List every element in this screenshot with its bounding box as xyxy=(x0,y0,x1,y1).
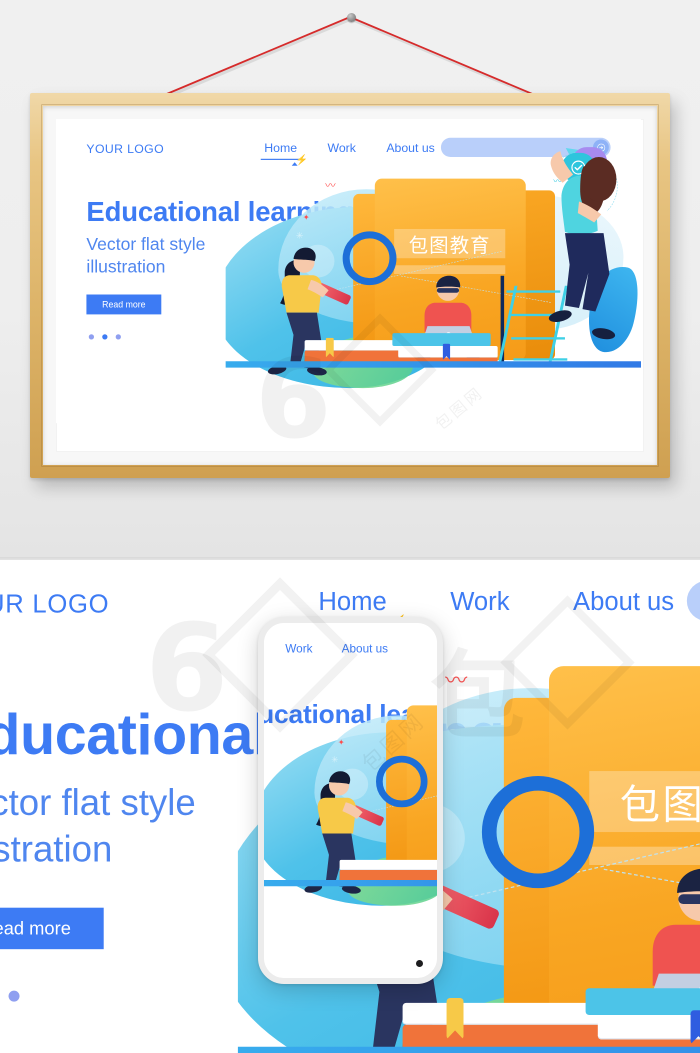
frame-mat: YOUR LOGO Home Work About us Educational… xyxy=(43,106,657,465)
read-more-button[interactable]: Read more xyxy=(86,294,162,315)
site-logo-large: YOUR LOGO xyxy=(0,590,110,619)
framed-artboard: YOUR LOGO Home Work About us Educational… xyxy=(56,119,644,452)
page-subheadline: Vector flat style illustration xyxy=(86,234,206,277)
wall-background: YOUR LOGO Home Work About us Educational… xyxy=(0,0,700,560)
carousel-dots-large[interactable] xyxy=(0,990,20,1002)
zigzag-icon: 〰 xyxy=(445,668,468,693)
wall-nail xyxy=(347,13,356,22)
star-icon: ✦ xyxy=(337,737,345,747)
board-title-text: 包图教育 xyxy=(408,233,491,257)
magnifier-icon xyxy=(481,775,595,889)
hero-illustration: 包图教育 〰 ✦ ⚡ ✦ ✳ xyxy=(225,119,641,423)
landing-page-phone-inner: Home Work About us Educational learning xyxy=(264,623,437,906)
site-logo: YOUR LOGO xyxy=(86,142,164,156)
poster-page: YOUR LOGO Home Work About us Educational… xyxy=(0,0,700,1053)
carousel-dot[interactable] xyxy=(8,990,20,1002)
hero-illustration-phone: ✦ ✦ ✳ xyxy=(264,648,437,939)
board-title-banner: 包图教育 xyxy=(589,771,700,833)
landing-page-phone: Home Work About us Educational learning xyxy=(264,623,437,906)
magnifier-icon xyxy=(376,755,428,808)
book-stack-icon xyxy=(264,855,437,897)
carousel-dot[interactable] xyxy=(115,334,121,340)
carousel-dot-active[interactable] xyxy=(102,334,108,340)
read-more-button-large[interactable]: Read more xyxy=(0,907,104,950)
ground-bar xyxy=(225,361,641,368)
phone-camera-dot xyxy=(416,960,423,967)
carousel-dot[interactable] xyxy=(88,334,95,340)
zigzag-icon: 〰 xyxy=(325,179,336,192)
lightning-bolt-icon: ⚡ xyxy=(295,154,309,166)
board-title-text: 包图教育 xyxy=(619,780,700,829)
ground-bar xyxy=(264,880,437,887)
wooden-picture-frame: YOUR LOGO Home Work About us Educational… xyxy=(30,93,670,478)
ground-bar xyxy=(237,1046,700,1053)
star-icon: ✦ xyxy=(302,212,310,222)
magnifier-icon xyxy=(342,231,397,286)
enlarged-preview-section: YOUR LOGO Home Work About us Educa xyxy=(0,560,700,1053)
carousel-dots[interactable] xyxy=(88,334,121,340)
page-subheadline-large: Vector flat style illustration xyxy=(0,783,196,870)
character-girl-on-ladder xyxy=(548,151,617,340)
landing-page-small: YOUR LOGO Home Work About us Educational… xyxy=(56,119,641,424)
book-stack-icon xyxy=(237,988,700,1053)
book-stack-icon xyxy=(225,333,641,379)
phone-screen: Home Work About us Educational learning xyxy=(264,623,437,978)
smartphone-mockup: Home Work About us Educational learning xyxy=(258,617,443,984)
